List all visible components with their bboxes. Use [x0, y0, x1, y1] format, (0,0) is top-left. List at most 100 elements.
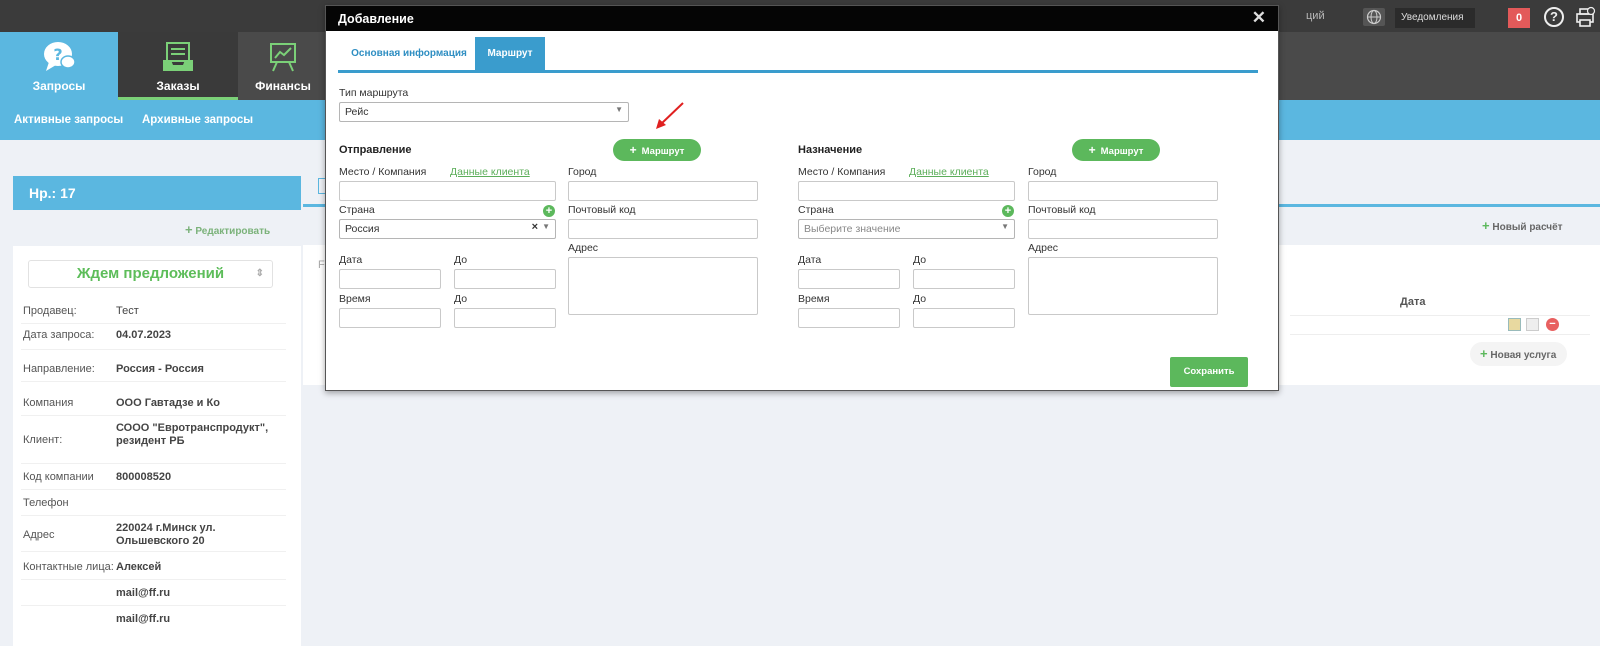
caret-down-icon: ▼: [1001, 222, 1009, 231]
topbar-fragment: ций: [1306, 10, 1325, 22]
globe-icon[interactable]: [1363, 8, 1385, 26]
destination-place-label: Место / Компания: [798, 166, 886, 178]
notifications-button[interactable]: Уведомления: [1395, 8, 1475, 28]
save-button[interactable]: Сохранить: [1170, 357, 1248, 387]
edit-label: Редактировать: [195, 226, 271, 237]
inbox-icon: [160, 40, 196, 74]
tab-main-info[interactable]: Основная информация: [340, 37, 478, 70]
departure-client-data-link[interactable]: Данные клиента: [450, 166, 530, 178]
info-value: ООО Гавтадзе и Ко: [116, 397, 220, 409]
edit-button[interactable]: + Редактировать: [185, 222, 275, 237]
info-row: Клиент: СООО "Евротранспродукт", резиден…: [21, 416, 286, 464]
destination-time-input[interactable]: [798, 308, 900, 328]
route-type-label: Тип маршрута: [339, 87, 409, 99]
destination-date-to-input[interactable]: [913, 269, 1015, 289]
help-icon[interactable]: ?: [1544, 7, 1564, 27]
status-select[interactable]: Ждем предложений ⇕: [28, 260, 273, 288]
annotation-arrow-icon: [656, 102, 684, 129]
info-label: Код компании: [23, 471, 94, 483]
destination-title: Назначение: [798, 144, 863, 156]
departure-address-textarea[interactable]: [568, 257, 758, 315]
info-row: Телефон: [21, 490, 286, 516]
info-value: mail@ff.ru: [116, 587, 171, 599]
clear-icon[interactable]: ×: [532, 221, 538, 233]
info-label: Адрес: [23, 529, 55, 541]
info-label: Направление:: [23, 363, 95, 375]
departure-title: Отправление: [339, 144, 412, 156]
departure-place-label: Место / Компания: [339, 166, 427, 178]
departure-postal-input[interactable]: [568, 219, 758, 239]
info-value: 04.07.2023: [116, 329, 172, 341]
departure-time-to-label: До: [454, 293, 468, 305]
destination-country-placeholder: Выберите значение: [804, 223, 901, 235]
remove-icon[interactable]: −: [1546, 318, 1559, 331]
info-value: Россия - Россия: [116, 363, 204, 375]
departure-route-button[interactable]: + Маршрут: [613, 139, 701, 161]
nav-item-finance[interactable]: Финансы: [238, 32, 328, 100]
departure-date-label: Дата: [339, 254, 363, 266]
info-value: Алексей: [116, 561, 162, 573]
departure-city-label: Город: [568, 166, 597, 178]
info-label: Контактные лица:: [23, 561, 114, 573]
destination-client-data-link[interactable]: Данные клиента: [909, 166, 989, 178]
destination-country-label: Страна: [798, 204, 834, 216]
document-icon[interactable]: [1508, 318, 1521, 331]
new-calculation-button[interactable]: + Новый расчёт: [1482, 218, 1563, 233]
info-value: СООО "Евротранспродукт", резидент РБ: [116, 422, 269, 447]
copy-icon[interactable]: [1526, 318, 1539, 331]
subnav-active-requests[interactable]: Активные запросы: [14, 114, 123, 126]
departure-time-to-input[interactable]: [454, 308, 556, 328]
destination-place-input[interactable]: [798, 181, 1015, 201]
destination-date-input[interactable]: [798, 269, 900, 289]
info-value: Тест: [116, 305, 139, 317]
new-service-button[interactable]: + Новая услуга: [1470, 342, 1567, 366]
destination-date-to-label: До: [913, 254, 927, 266]
add-country-icon[interactable]: +: [543, 205, 555, 217]
departure-date-input[interactable]: [339, 269, 441, 289]
date-column-header: Дата: [1400, 296, 1426, 308]
departure-country-select[interactable]: Россия × ▼: [339, 219, 556, 239]
info-label: Компания: [23, 397, 74, 409]
destination-address-textarea[interactable]: [1028, 257, 1218, 315]
request-details-panel: Ждем предложений ⇕ Продавец: Тест Дата з…: [13, 246, 301, 646]
subnav-archived-requests[interactable]: Архивные запросы: [142, 114, 253, 126]
tab-route[interactable]: Маршрут: [475, 37, 545, 70]
destination-time-to-input[interactable]: [913, 308, 1015, 328]
info-label: Телефон: [23, 497, 69, 509]
notifications-count-badge[interactable]: 0: [1508, 8, 1530, 28]
destination-time-label: Время: [798, 293, 830, 305]
route-button-label: Маршрут: [641, 146, 685, 157]
add-country-icon[interactable]: +: [1002, 205, 1014, 217]
departure-date-to-input[interactable]: [454, 269, 556, 289]
destination-country-select[interactable]: Выберите значение ▼: [798, 219, 1015, 239]
printer-icon[interactable]: [1574, 6, 1596, 28]
departure-place-input[interactable]: [339, 181, 556, 201]
departure-date-to-label: До: [454, 254, 468, 266]
departure-city-input[interactable]: [568, 181, 758, 201]
nav-item-requests[interactable]: ? Запросы: [0, 32, 118, 100]
destination-postal-input[interactable]: [1028, 219, 1218, 239]
info-row: Адрес 220024 г.Минск ул. Ольшевского 20: [21, 516, 286, 552]
info-label: Продавец:: [23, 305, 77, 317]
info-row: Дата запроса: 04.07.2023: [21, 324, 286, 350]
destination-city-input[interactable]: [1028, 181, 1218, 201]
info-row: Компания ООО Гавтадзе и Ко: [21, 390, 286, 416]
info-row: Продавец: Тест: [21, 300, 286, 324]
nav-item-orders[interactable]: Заказы: [118, 32, 238, 100]
departure-time-input[interactable]: [339, 308, 441, 328]
nav-label: Заказы: [156, 79, 200, 93]
destination-date-label: Дата: [798, 254, 822, 266]
info-value: 800008520: [116, 471, 172, 483]
info-row: Направление: Россия - Россия: [21, 356, 286, 382]
close-icon[interactable]: ✕: [1252, 9, 1266, 26]
new-calculation-label: Новый расчёт: [1492, 222, 1563, 233]
dialog-title: Добавление: [338, 12, 414, 26]
destination-route-button[interactable]: + Маршрут: [1072, 139, 1160, 161]
caret-down-icon: ▼: [615, 105, 623, 114]
presentation-chart-icon: [265, 40, 301, 74]
caret-down-icon: ▼: [542, 222, 550, 231]
destination-time-to-label: До: [913, 293, 927, 305]
nav-label: Финансы: [255, 79, 311, 93]
route-button-label: Маршрут: [1100, 146, 1144, 157]
route-type-select[interactable]: Рейс ▼: [339, 102, 629, 122]
